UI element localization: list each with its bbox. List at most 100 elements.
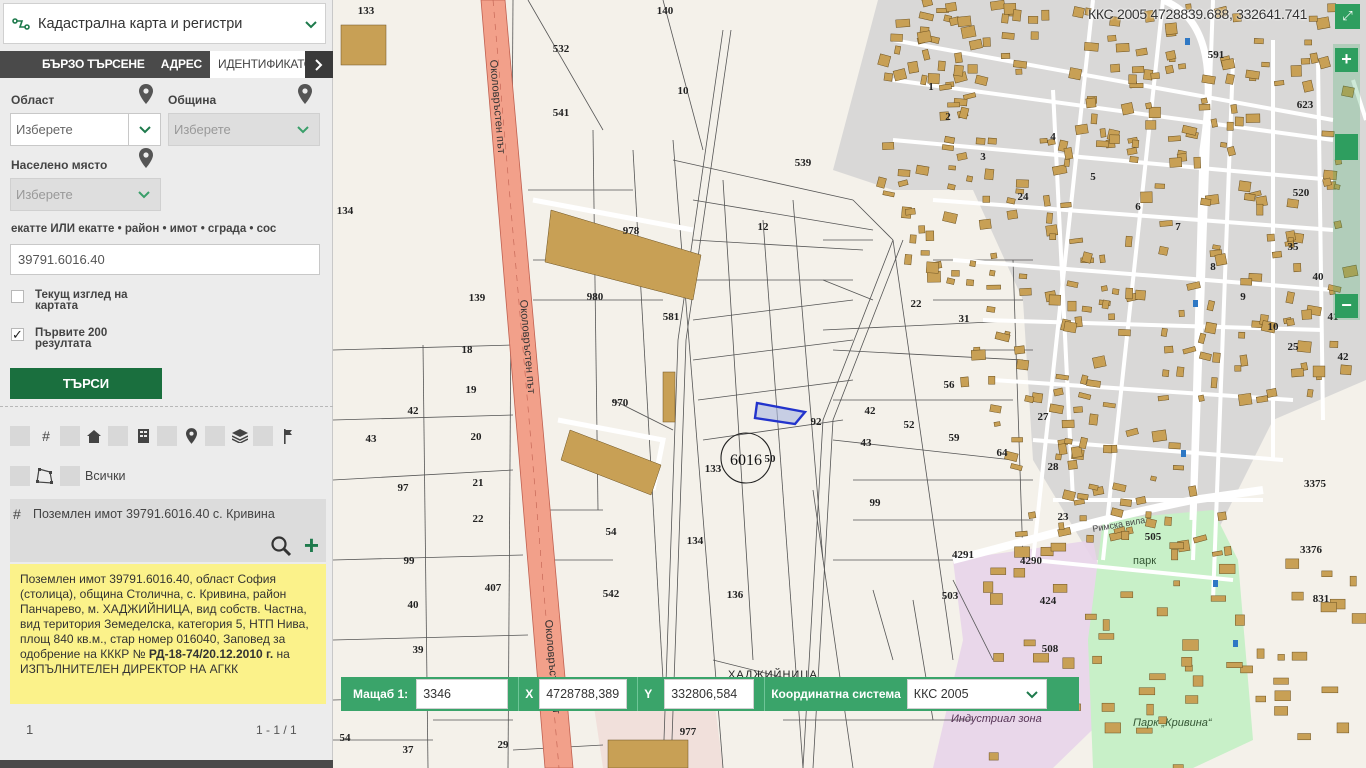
home-icon[interactable] (84, 426, 104, 446)
tool-slot[interactable] (253, 426, 273, 446)
building (915, 164, 930, 176)
building (1073, 406, 1083, 414)
pager-page[interactable]: 1 (26, 722, 33, 737)
building (1238, 331, 1246, 339)
scale-input[interactable]: 3346 (416, 679, 509, 709)
parcel-number: 23 (1058, 511, 1070, 523)
building (1171, 549, 1179, 561)
first-200-checkbox[interactable]: ✓ (11, 328, 24, 341)
map-pin-icon[interactable] (298, 84, 312, 104)
zoom-slider-handle[interactable] (1335, 134, 1358, 160)
building (1013, 568, 1026, 578)
building (1157, 394, 1170, 402)
tool-slot[interactable] (108, 426, 128, 446)
parcel-boundary (792, 199, 824, 561)
search-button[interactable]: ТЪРСИ (10, 368, 162, 399)
settlement-select[interactable]: Изберете (10, 178, 161, 211)
obshtina-select[interactable]: Изберете (168, 113, 320, 146)
identifier-input[interactable]: 39791.6016.40 (10, 244, 320, 275)
plus-icon: + (303, 530, 320, 560)
coordinate-system-select[interactable]: ККС 2005 (906, 679, 1047, 709)
all-label[interactable]: Всички (85, 469, 126, 483)
building (1351, 613, 1366, 624)
parcel-number: 18 (462, 344, 474, 356)
parcel-number: 970 (612, 397, 629, 409)
building-icon[interactable] (133, 426, 153, 446)
building (1101, 702, 1115, 712)
cadastral-map[interactable]: 6016 140 532 10 541 133 134 978 12 539 980 581 139 18… (333, 0, 1366, 768)
building (944, 1, 958, 13)
oblast-select[interactable]: Изберете (10, 113, 161, 146)
building (544, 209, 702, 301)
tool-slot[interactable] (10, 466, 30, 486)
parcel-number: 831 (1313, 593, 1330, 605)
grid-icon[interactable]: # (36, 426, 56, 446)
parcel-boundary (1012, 259, 1024, 561)
building (946, 277, 956, 285)
chevron-right-icon[interactable] (305, 51, 333, 78)
building (984, 168, 995, 181)
building (1300, 57, 1311, 65)
building (966, 175, 974, 183)
tool-slot[interactable] (60, 466, 80, 486)
parcel-number: 977 (680, 726, 697, 738)
parcel-number: 136 (727, 589, 744, 601)
building (1102, 619, 1110, 631)
building (1046, 212, 1053, 224)
building (1125, 235, 1133, 248)
parcel-number: 99 (404, 555, 416, 567)
building (1306, 388, 1314, 398)
left-panel: Кадастрална карта и регистри БЪРЗО ТЪРСЕ… (0, 0, 333, 768)
building (1160, 327, 1168, 337)
parcel-number: 42 (408, 405, 420, 417)
tool-slot[interactable] (205, 426, 225, 446)
building (989, 0, 1006, 11)
polygon-icon[interactable] (34, 466, 54, 486)
parcel-number: 134 (337, 205, 354, 217)
fullscreen-icon[interactable]: ⤢ (1335, 4, 1360, 29)
zoom-in-button[interactable]: + (1335, 48, 1358, 72)
x-coordinate-input[interactable]: 4728788,389 (539, 679, 628, 709)
building (882, 142, 895, 151)
building (1243, 192, 1256, 202)
zoom-out-button[interactable]: − (1335, 294, 1358, 318)
building (1223, 546, 1232, 556)
building (1072, 6, 1085, 19)
building (1107, 34, 1117, 42)
map-pin-icon[interactable] (139, 84, 153, 104)
chevron-down-icon[interactable] (297, 16, 325, 32)
building (990, 593, 1003, 605)
app-title: Кадастрална карта и регистри (38, 15, 243, 32)
current-view-checkbox[interactable] (11, 290, 24, 303)
building (1238, 180, 1252, 193)
y-coordinate-input[interactable]: 332806,584 (664, 679, 755, 709)
add-result-button[interactable]: + (297, 532, 326, 560)
building (990, 567, 1007, 575)
tab-quick-search[interactable]: БЪРЗО ТЪРСЕНЕ (0, 51, 153, 78)
tool-slot[interactable] (157, 426, 177, 446)
flag-icon[interactable] (278, 426, 298, 446)
map-canvas[interactable]: 601614053210541133134978 1253998058113918… (333, 0, 1366, 768)
zoom-to-result-button[interactable] (267, 532, 295, 560)
app-header[interactable]: Кадастрална карта и регистри (3, 3, 326, 44)
scale-label: Мащаб 1: (353, 687, 409, 701)
building (1198, 394, 1205, 402)
map-pin-icon[interactable] (181, 426, 201, 446)
building (1018, 273, 1028, 280)
tool-slot[interactable] (60, 426, 80, 446)
parcel-number: 54 (340, 732, 352, 744)
map-pin-icon[interactable] (139, 148, 153, 168)
parcel-number: 3 (980, 151, 986, 163)
parcel-number: 503 (942, 590, 959, 602)
building (1134, 289, 1146, 301)
layers-icon[interactable] (230, 426, 250, 446)
tab-address[interactable]: АДРЕС (153, 51, 210, 78)
building (993, 421, 1001, 427)
building (1006, 209, 1019, 220)
building (960, 376, 970, 388)
building (1210, 118, 1218, 128)
building (1261, 61, 1270, 68)
tool-slot[interactable] (10, 426, 30, 446)
building (890, 33, 903, 42)
parcel-number: 8 (1210, 261, 1216, 273)
